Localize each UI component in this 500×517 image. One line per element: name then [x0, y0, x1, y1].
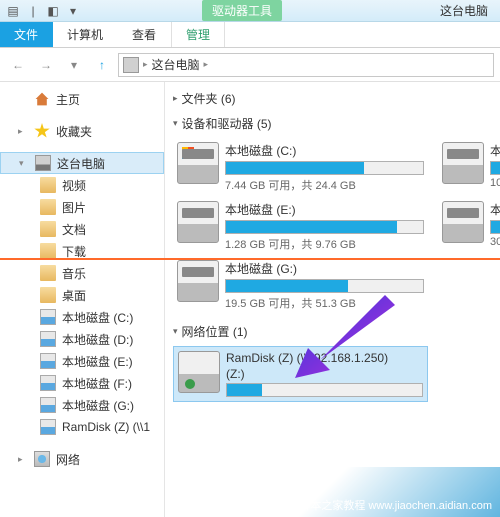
forward-button: → — [34, 53, 58, 77]
folder-icon — [40, 243, 56, 259]
usage-bar — [225, 220, 424, 234]
nav-drive-f[interactable]: 本地磁盘 (F:) — [0, 372, 164, 394]
drive-icon — [177, 260, 219, 302]
network-icon — [34, 451, 50, 467]
back-button[interactable]: ← — [6, 53, 30, 77]
chevron-down-icon: ▾ — [173, 326, 178, 337]
annotation-arrow — [290, 290, 400, 380]
star-icon — [34, 123, 50, 139]
nav-drive-d[interactable]: 本地磁盘 (D:) — [0, 328, 164, 350]
ribbon-tabs: 文件 计算机 查看 管理 — [0, 22, 500, 48]
nav-drive-c[interactable]: 本地磁盘 (C:) — [0, 306, 164, 328]
folder-icon — [40, 265, 56, 281]
address-bar[interactable]: ▸ 这台电脑 ▸ — [118, 53, 494, 77]
tab-view[interactable]: 查看 — [118, 22, 171, 47]
breadcrumb-location[interactable]: 这台电脑 — [152, 56, 200, 73]
nav-network[interactable]: ▸网络 — [0, 448, 164, 470]
pc-icon — [35, 155, 51, 171]
usage-bar — [226, 383, 423, 397]
drive-icon — [40, 375, 56, 391]
system-drive-icon — [177, 142, 219, 184]
drive-icon — [177, 201, 219, 243]
chevron-right-icon: ▸ — [173, 93, 178, 104]
network-drive-icon — [178, 351, 220, 393]
folder-icon — [40, 221, 56, 237]
drive-item-partial[interactable]: 本 10 — [438, 138, 500, 197]
system-menu-icon[interactable]: ▤ — [4, 2, 22, 20]
nav-music[interactable]: 音乐 — [0, 262, 164, 284]
nav-this-pc[interactable]: ▾这台电脑 — [0, 152, 164, 174]
drive-icon — [40, 419, 56, 435]
nav-videos[interactable]: 视频 — [0, 174, 164, 196]
usage-bar — [490, 220, 500, 234]
tab-file[interactable]: 文件 — [0, 22, 53, 47]
recent-locations-dropdown[interactable]: ▾ — [62, 53, 86, 77]
drive-item-partial[interactable]: 本 30 — [438, 197, 500, 256]
drive-icon — [40, 309, 56, 325]
section-folders-header[interactable]: ▸文件夹 (6) — [173, 90, 500, 107]
qat-separator: | — [24, 2, 42, 20]
properties-icon[interactable]: ◧ — [44, 2, 62, 20]
tab-computer[interactable]: 计算机 — [53, 22, 118, 47]
nav-drive-e[interactable]: 本地磁盘 (E:) — [0, 350, 164, 372]
annotation-red-line — [0, 258, 500, 260]
folder-icon — [40, 177, 56, 193]
nav-pictures[interactable]: 图片 — [0, 196, 164, 218]
usage-bar — [490, 161, 500, 175]
usage-bar — [225, 161, 424, 175]
qat-dropdown-icon[interactable]: ▾ — [64, 2, 82, 20]
drive-icon — [40, 331, 56, 347]
quick-access-toolbar: ▤ | ◧ ▾ — [4, 2, 82, 20]
title-bar: ▤ | ◧ ▾ 驱动器工具 这台电脑 — [0, 0, 500, 22]
folder-icon — [40, 199, 56, 215]
nav-home[interactable]: 主页 — [0, 88, 164, 110]
location-pc-icon — [123, 57, 139, 73]
navigation-bar: ← → ▾ ↑ ▸ 这台电脑 ▸ — [0, 48, 500, 82]
drive-item-c[interactable]: 本地磁盘 (C:) 7.44 GB 可用，共 24.4 GB — [173, 138, 428, 197]
nav-documents[interactable]: 文档 — [0, 218, 164, 240]
chevron-down-icon: ▾ — [173, 118, 178, 129]
navigation-pane: 主页 ▸收藏夹 ▾这台电脑 视频 图片 文档 下载 音乐 桌面 本地磁盘 (C:… — [0, 82, 165, 517]
drive-icon — [40, 397, 56, 413]
drive-item-e[interactable]: 本地磁盘 (E:) 1.28 GB 可用，共 9.76 GB — [173, 197, 428, 256]
chevron-right-icon[interactable]: ▸ — [204, 59, 209, 70]
nav-drive-g[interactable]: 本地磁盘 (G:) — [0, 394, 164, 416]
contextual-tab-label: 驱动器工具 — [202, 0, 282, 21]
drive-stats: 7.44 GB 可用，共 24.4 GB — [225, 177, 424, 193]
drive-icon — [442, 142, 484, 184]
up-button[interactable]: ↑ — [90, 53, 114, 77]
drive-icon — [442, 201, 484, 243]
nav-desktop[interactable]: 桌面 — [0, 284, 164, 306]
tab-manage[interactable]: 管理 — [171, 22, 225, 47]
nav-favorites[interactable]: ▸收藏夹 — [0, 120, 164, 142]
watermark: 脚本之家教程 www.jiaochen.aidian.com — [260, 467, 500, 517]
section-drives-header[interactable]: ▾设备和驱动器 (5) — [173, 115, 500, 132]
chevron-right-icon[interactable]: ▸ — [143, 59, 148, 70]
nav-ramdisk[interactable]: RamDisk (Z) (\\1 — [0, 416, 164, 438]
home-icon — [34, 91, 50, 107]
drive-label: 本地磁盘 (C:) — [225, 142, 424, 159]
window-title: 这台电脑 — [440, 2, 488, 19]
folder-icon — [40, 287, 56, 303]
drive-icon — [40, 353, 56, 369]
